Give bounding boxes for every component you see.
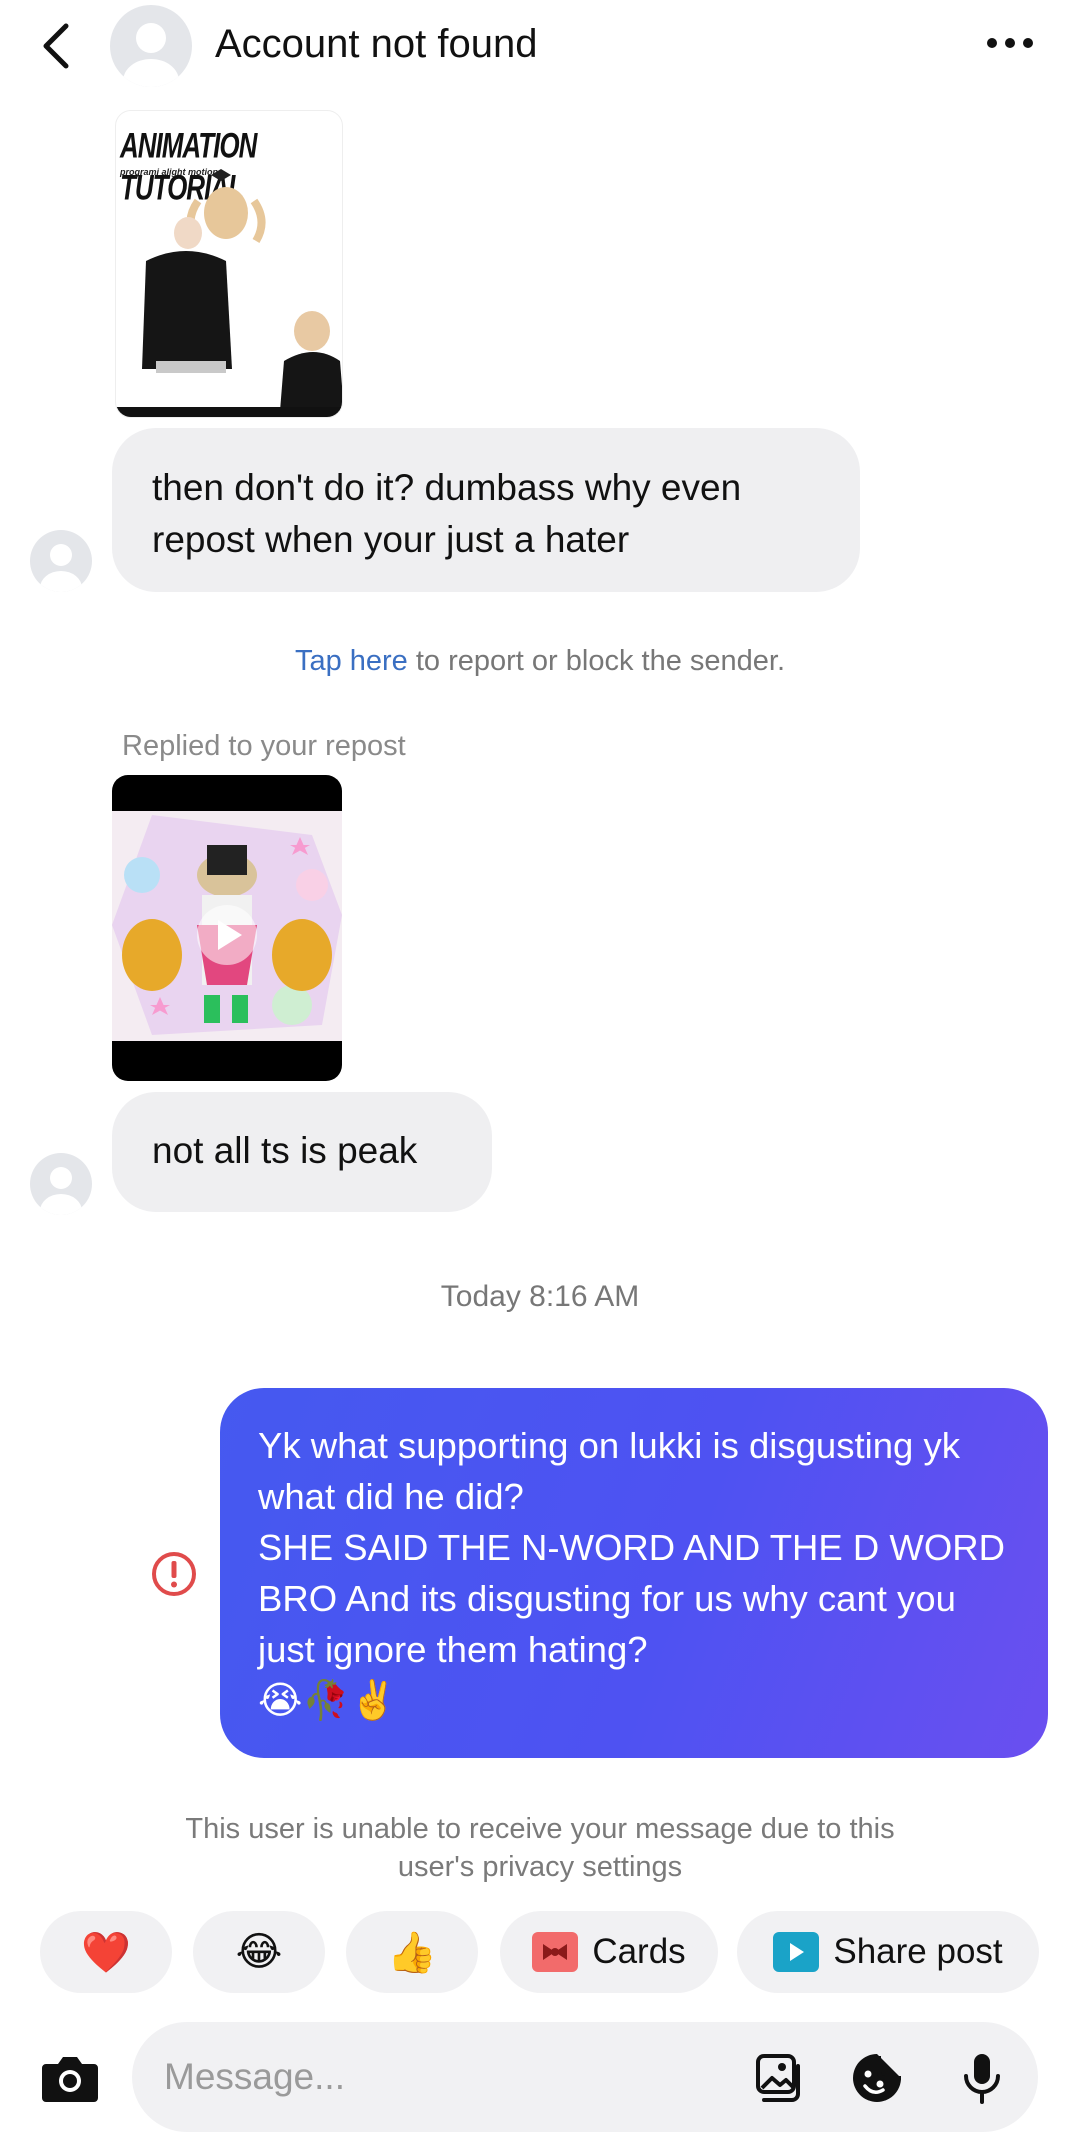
quick-reply-heart[interactable]: ❤️ [40, 1911, 172, 1993]
report-link[interactable]: Tap here [295, 645, 408, 677]
microphone-icon[interactable] [954, 2050, 1010, 2106]
report-text: to report or block the sender. [407, 645, 786, 677]
default-avatar-icon [40, 544, 82, 592]
thumbs-up-icon: 👍 [387, 1929, 437, 1976]
more-horizontal-icon[interactable] [980, 28, 1040, 58]
privacy-notice: This user is unable to receive your mess… [185, 1813, 895, 1883]
report-notice: Tap here to report or block the sender. [0, 645, 1080, 678]
message-timestamp: Today 8:16 AM [440, 1280, 640, 1313]
gift-card-icon [532, 1932, 579, 1972]
replied-label: Replied to your repost [122, 730, 406, 762]
thumbnail-image [142, 169, 342, 411]
outgoing-message-emojis: 😭🥀✌️ [258, 1678, 398, 1722]
laughing-emoji-icon: 😂 [235, 1929, 283, 1975]
camera-icon[interactable] [40, 2052, 100, 2104]
repost-thumbnail[interactable] [112, 775, 342, 1081]
thumbnail-bottom-bar [116, 407, 342, 417]
outgoing-message-text: Yk what supporting on lukki is disgustin… [258, 1425, 1005, 1670]
play-icon [773, 1932, 820, 1972]
chat-header: Account not found [0, 0, 1080, 100]
message-composer [132, 2022, 1038, 2132]
outgoing-message[interactable]: Yk what supporting on lukki is disgustin… [220, 1388, 1048, 1758]
share-post-button[interactable]: Share post [737, 1911, 1039, 1993]
chevron-left-icon[interactable] [36, 18, 76, 74]
cards-label: Cards [592, 1932, 686, 1971]
heart-icon: ❤️ [81, 1929, 131, 1976]
chat-title[interactable]: Account not found [215, 22, 537, 67]
shared-post-thumbnail[interactable]: ANIMATION TUTORIAL programi alight motio… [115, 110, 343, 418]
quick-reply-thumbs-up[interactable]: 👍 [346, 1911, 478, 1993]
sender-avatar[interactable] [30, 530, 92, 592]
incoming-message[interactable]: not all ts is peak [112, 1092, 492, 1212]
sender-avatar[interactable] [30, 1153, 92, 1215]
default-avatar-icon [123, 23, 179, 87]
quick-reply-laugh[interactable]: 😂 [193, 1911, 325, 1993]
sticker-icon[interactable] [849, 2050, 905, 2106]
incoming-message[interactable]: then don't do it? dumbass why even repos… [112, 428, 860, 592]
avatar[interactable] [110, 5, 192, 87]
gallery-icon[interactable] [752, 2050, 808, 2106]
error-icon[interactable] [150, 1550, 198, 1598]
repost-image [112, 811, 342, 1041]
cards-button[interactable]: Cards [500, 1911, 718, 1993]
share-post-label: Share post [833, 1932, 1003, 1971]
message-input[interactable] [164, 2052, 724, 2102]
default-avatar-icon [40, 1167, 82, 1215]
